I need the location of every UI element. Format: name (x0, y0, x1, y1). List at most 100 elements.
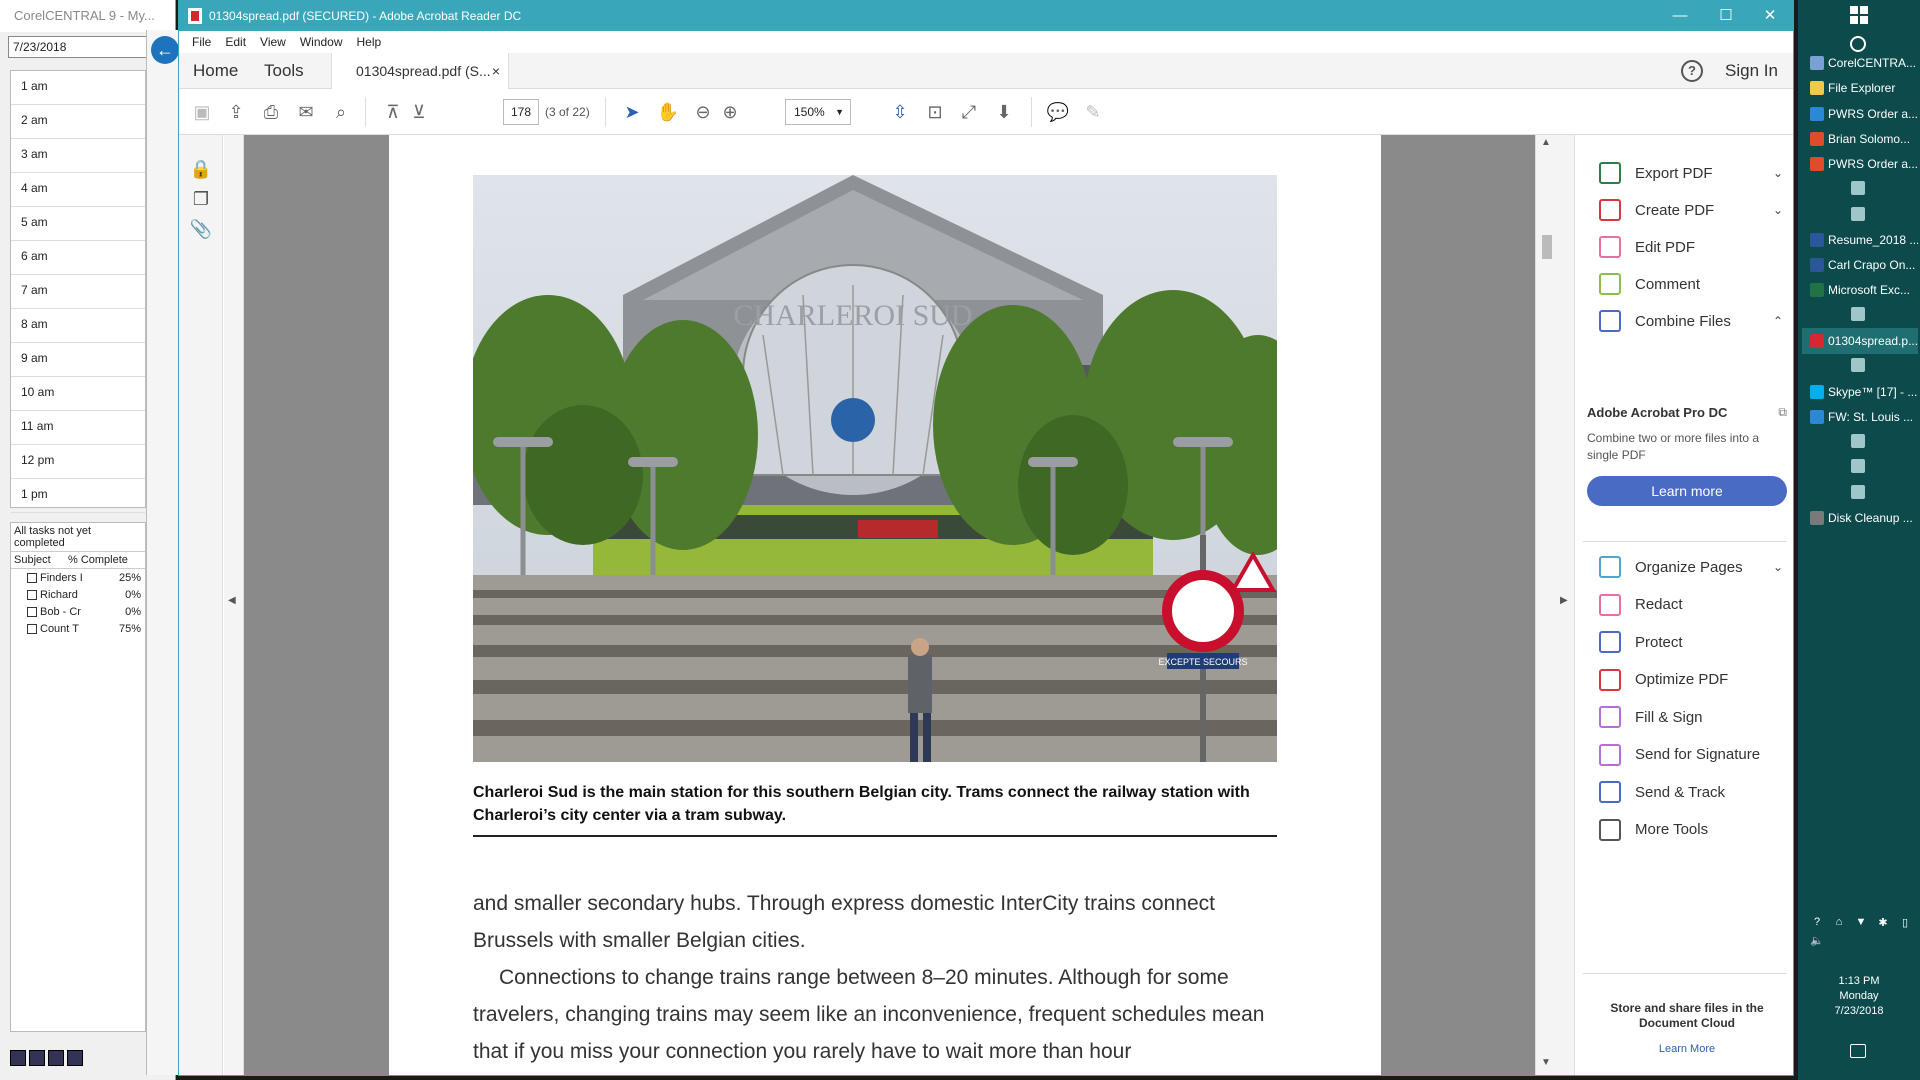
corel-day-view[interactable]: 1 am 2 am 3 am 4 am 5 am 6 am 7 am 8 am 9 am 10 a… (10, 70, 146, 513)
copy-icon[interactable]: ⧉ (1778, 405, 1787, 420)
column-subject[interactable]: Subject (11, 552, 65, 568)
task-checkbox[interactable] (27, 623, 37, 634)
tool-export-pdf[interactable]: Export PDF ⌄ (1575, 153, 1793, 193)
calendar-icon[interactable] (10, 1050, 26, 1066)
save-icon[interactable]: ▣ (189, 99, 215, 125)
menu-help[interactable]: Help (350, 31, 389, 53)
tool-fill-sign[interactable]: Fill & Sign (1575, 697, 1793, 737)
tab-tools[interactable]: Tools (264, 53, 304, 89)
taskbar-item[interactable]: File Explorer (1802, 75, 1918, 101)
tab-home[interactable]: Home (193, 53, 238, 89)
previous-page-icon[interactable]: ⊼ (380, 99, 406, 125)
vertical-scrollbar[interactable]: ▲ ▼ (1535, 135, 1555, 1075)
tab-document[interactable]: 01304spread.pdf (S... × (331, 53, 509, 89)
calendar-hour-slot[interactable]: 3 am (11, 139, 145, 173)
task-row[interactable]: Count T 75% (11, 620, 145, 637)
close-tab-icon[interactable]: × (492, 53, 500, 89)
zoom-out-icon[interactable]: ⊖ (690, 99, 716, 125)
tool-combine-files[interactable]: Combine Files ⌃ (1575, 301, 1793, 341)
taskbar-item[interactable]: PWRS Order a... (1802, 151, 1918, 177)
help-tray-icon[interactable]: ? (1808, 916, 1826, 930)
tasks-filter[interactable]: All tasks not yet completed (11, 523, 145, 552)
page-number-input[interactable]: 178 (503, 99, 539, 125)
scroll-thumb[interactable] (1542, 235, 1552, 259)
calendar-hour-slot[interactable]: 1 pm (11, 479, 145, 513)
scroll-mode-icon[interactable]: ⇳ (887, 99, 913, 125)
shield-icon[interactable]: ▼ (1852, 916, 1870, 930)
document-viewer[interactable]: ◀ CHARLEROI SUD EXCEPTE SECOURS Charlero… (224, 135, 1555, 1075)
task-checkbox[interactable] (27, 606, 37, 617)
menu-edit[interactable]: Edit (218, 31, 253, 53)
tool-more-tools[interactable]: More Tools (1575, 810, 1793, 850)
usb-icon[interactable]: ▯ (1896, 916, 1914, 930)
task-row[interactable]: Bob - Cr 0% (11, 603, 145, 620)
dropbox-icon[interactable]: ✱ (1874, 916, 1892, 930)
calendar-hour-slot[interactable]: 4 am (11, 173, 145, 207)
tool-optimize-pdf[interactable]: Optimize PDF (1575, 660, 1793, 700)
tool-protect[interactable]: Protect (1575, 622, 1793, 662)
task-checkbox[interactable] (27, 589, 37, 600)
taskbar-item[interactable]: PWRS Order a... (1802, 101, 1918, 127)
task-row[interactable]: Richard 0% (11, 586, 145, 603)
full-screen-icon[interactable]: ⤢ (956, 99, 982, 125)
calendar-hour-slot[interactable]: 2 am (11, 105, 145, 139)
fit-page-icon[interactable]: ⊡ (922, 99, 948, 125)
corel-date-field[interactable]: 7/23/2018 (8, 36, 148, 58)
calendar-hour-slot[interactable]: 5 am (11, 207, 145, 241)
grid-icon[interactable] (29, 1050, 45, 1066)
minimize-button[interactable]: — (1657, 1, 1703, 31)
taskbar-app-icon[interactable] (1851, 207, 1865, 221)
taskbar-item[interactable]: Resume_2018 ... (1802, 227, 1918, 253)
taskbar-app-icon[interactable] (1851, 459, 1865, 473)
comment-icon[interactable]: 💬 (1045, 99, 1071, 125)
zoom-select[interactable]: 150% ▼ (785, 99, 851, 125)
scroll-up-icon[interactable]: ▲ (1541, 137, 1551, 148)
tool-comment[interactable]: Comment (1575, 264, 1793, 304)
pages-icon[interactable]: ❐ (189, 189, 213, 213)
taskbar-item[interactable]: Disk Cleanup ... (1802, 505, 1918, 531)
clock[interactable]: 1:13 PM Monday 7/23/2018 (1798, 974, 1920, 1019)
back-arrow-icon[interactable]: ← (151, 36, 179, 64)
taskbar-item[interactable]: FW: St. Louis ... (1802, 404, 1918, 430)
taskbar-item[interactable]: Brian Solomo... (1802, 126, 1918, 152)
tool-send-for-signature[interactable]: Send for Signature (1575, 735, 1793, 775)
corel-task-list[interactable]: All tasks not yet completed Subject % Co… (10, 522, 146, 1032)
search-icon[interactable]: ⌕ (328, 99, 354, 125)
calendar-hour-slot[interactable]: 8 am (11, 309, 145, 343)
notes-icon[interactable] (67, 1050, 83, 1066)
collapse-right-pane[interactable]: ▶ (1555, 135, 1575, 1075)
email-icon[interactable]: ✉ (293, 99, 319, 125)
tool-send-track[interactable]: Send & Track (1575, 772, 1793, 812)
windows-start-icon[interactable] (1850, 6, 1868, 24)
task-row[interactable]: Finders I 25% (11, 569, 145, 586)
taskbar-item[interactable]: Carl Crapo On... (1802, 252, 1918, 278)
print-icon[interactable]: ⎙ (258, 99, 284, 125)
tool-edit-pdf[interactable]: Edit PDF (1575, 227, 1793, 267)
chevron-icon[interactable]: ⌄ (1763, 560, 1793, 574)
calendar-hour-slot[interactable]: 9 am (11, 343, 145, 377)
calendar-hour-slot[interactable]: 12 pm (11, 445, 145, 479)
volume-icon[interactable]: 🔈 (1808, 934, 1826, 948)
taskbar-app-icon[interactable] (1851, 358, 1865, 372)
calendar-hour-slot[interactable]: 11 am (11, 411, 145, 445)
chevron-icon[interactable]: ⌄ (1763, 166, 1793, 180)
taskbar-app-icon[interactable] (1851, 434, 1865, 448)
contacts-icon[interactable] (48, 1050, 64, 1066)
store-learn-more-link[interactable]: Learn More (1587, 1043, 1787, 1055)
calendar-hour-slot[interactable]: 7 am (11, 275, 145, 309)
learn-more-button[interactable]: Learn more (1587, 476, 1787, 506)
sign-in-link[interactable]: Sign In (1725, 53, 1778, 89)
maximize-button[interactable]: ☐ (1703, 1, 1749, 31)
next-page-icon[interactable]: ⊻ (406, 99, 432, 125)
read-mode-icon[interactable]: ⬇ (991, 99, 1017, 125)
taskbar-item[interactable]: Skype™ [17] - ... (1802, 379, 1918, 405)
select-cursor-icon[interactable]: ➤ (619, 99, 645, 125)
scroll-down-icon[interactable]: ▼ (1541, 1057, 1551, 1068)
tool-create-pdf[interactable]: Create PDF ⌄ (1575, 190, 1793, 230)
tool-redact[interactable]: Redact (1575, 585, 1793, 625)
close-button[interactable]: ✕ (1747, 1, 1793, 31)
taskbar-item[interactable]: 01304spread.p... (1802, 328, 1918, 354)
menu-view[interactable]: View (253, 31, 293, 53)
chevron-icon[interactable]: ⌃ (1763, 314, 1793, 328)
cloud-upload-icon[interactable]: ⇪ (223, 99, 249, 125)
